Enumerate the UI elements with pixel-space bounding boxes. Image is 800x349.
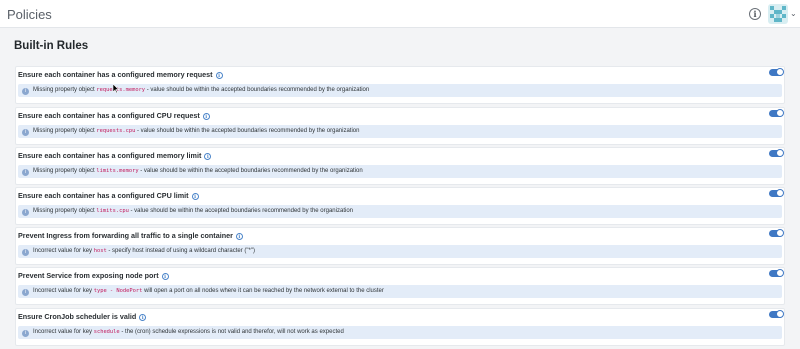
rule-title: Prevent Service from exposing node port i [18, 271, 169, 280]
rule-card: Prevent Service from exposing node port i… [15, 267, 785, 305]
rule-toggle[interactable] [769, 109, 784, 117]
avatar-pixel-icon [768, 4, 788, 24]
info-icon[interactable]: i [191, 193, 199, 200]
rule-card: Ensure each container has a configured m… [15, 66, 785, 104]
info-icon[interactable]: i [215, 72, 223, 79]
info-circle-icon: i [22, 169, 29, 176]
info-icon[interactable]: i [204, 153, 212, 160]
rule-title: Prevent Ingress from forwarding all traf… [18, 231, 243, 240]
chevron-down-icon[interactable]: ⌄ [790, 9, 797, 18]
rule-title: Ensure each container has a configured C… [18, 111, 210, 120]
rule-card: Ensure each container has a configured C… [15, 107, 785, 145]
code-key: requests.cpu [96, 128, 136, 134]
rule-detail: i Missing property object requests.cpu - … [18, 125, 782, 138]
info-icon[interactable]: i [235, 233, 243, 240]
rule-toggle[interactable] [769, 189, 784, 197]
rule-detail: i Incorrect value for key schedule - the … [18, 326, 782, 339]
rule-card: Ensure each container has a configured m… [15, 147, 785, 185]
toggle-knob [776, 109, 784, 117]
main-content: Built-in Rules Ensure each container has… [0, 29, 800, 349]
section-title: Built-in Rules [14, 40, 89, 52]
rule-card: Prevent Ingress from forwarding all traf… [15, 227, 785, 265]
rule-detail: i Missing property object requests.memory… [18, 84, 782, 97]
rule-title: Ensure each container has a configured m… [18, 70, 223, 79]
toggle-knob [776, 68, 784, 76]
code-key: type - NodePort [93, 288, 143, 294]
toggle-knob [776, 149, 784, 157]
avatar[interactable] [768, 4, 788, 24]
rule-toggle[interactable] [769, 149, 784, 157]
rule-toggle[interactable] [769, 229, 784, 237]
rule-title: Ensure CronJob scheduler is valid i [18, 312, 147, 321]
info-circle-icon: i [22, 249, 29, 256]
toggle-knob [776, 229, 784, 237]
info-icon[interactable]: i [749, 8, 761, 20]
rule-title: Ensure each container has a configured m… [18, 151, 212, 160]
rule-detail: i Missing property object limits.cpu - va… [18, 205, 782, 218]
top-bar: Policies i ⌄ [0, 0, 800, 28]
toggle-knob [776, 310, 784, 318]
info-icon[interactable]: i [139, 314, 147, 321]
code-key: limits.memory [96, 168, 139, 174]
rule-toggle[interactable] [769, 68, 784, 76]
rule-detail: i Incorrect value for key type - NodePort… [18, 285, 782, 298]
rule-detail: i Missing property object limits.memory -… [18, 165, 782, 178]
rule-toggle[interactable] [769, 310, 784, 318]
rule-card: Ensure CronJob scheduler is valid i i Inco… [15, 308, 785, 346]
code-key: schedule [93, 329, 120, 335]
info-icon[interactable]: i [202, 113, 210, 120]
info-icon[interactable]: i [161, 273, 169, 280]
rule-card: Ensure each container has a configured C… [15, 187, 785, 225]
mouse-cursor-icon [113, 84, 119, 93]
rule-title: Ensure each container has a configured C… [18, 191, 199, 200]
info-circle-icon: i [22, 330, 29, 337]
info-circle-icon: i [22, 129, 29, 136]
rule-toggle[interactable] [769, 269, 784, 277]
info-circle-icon: i [22, 289, 29, 296]
page-title: Policies [7, 7, 52, 22]
info-circle-icon: i [22, 209, 29, 216]
code-key: requests.memory [96, 87, 146, 93]
info-circle-icon: i [22, 88, 29, 95]
rule-detail: i Incorrect value for key host - specify … [18, 245, 782, 258]
code-key: limits.cpu [96, 208, 129, 214]
code-key: host [93, 248, 107, 254]
toggle-knob [776, 189, 784, 197]
toggle-knob [776, 269, 784, 277]
